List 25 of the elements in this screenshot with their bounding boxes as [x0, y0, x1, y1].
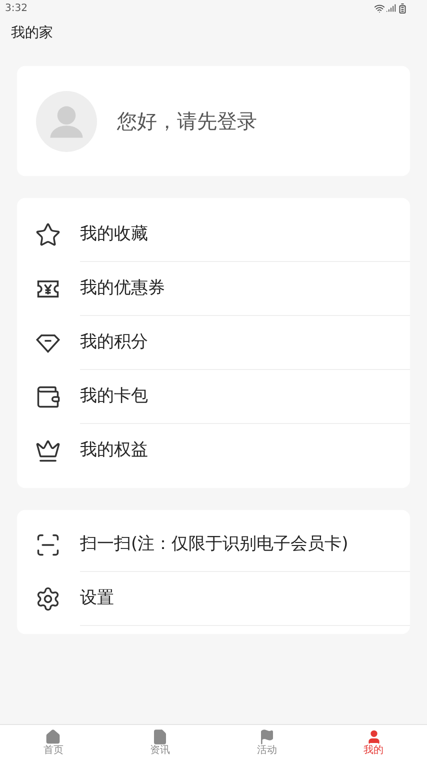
- scan-icon: [35, 532, 61, 558]
- status-time: 3:32: [5, 2, 28, 16]
- menu-item[interactable]: 我的权益: [80, 438, 148, 464]
- page-title: 我的家: [11, 24, 53, 42]
- document-icon: [152, 729, 168, 745]
- settings-icon: [35, 586, 61, 612]
- menu-item[interactable]: 我的收藏: [80, 222, 148, 248]
- menu-item[interactable]: 我的积分: [80, 330, 148, 356]
- home-icon: [45, 729, 62, 745]
- login-prompt: 您好，请先登录: [117, 108, 257, 135]
- person-icon: [366, 729, 382, 745]
- wifi-icon: [374, 2, 385, 14]
- menu-item[interactable]: 设置: [80, 586, 114, 612]
- menu-item[interactable]: 我的卡包: [80, 384, 148, 410]
- profile-card[interactable]: 您好，请先登录: [17, 66, 410, 176]
- flag-icon: [258, 729, 275, 745]
- menu-item[interactable]: 我的优惠券: [80, 276, 165, 302]
- star-icon: [35, 222, 61, 248]
- tab[interactable]: 我的: [320, 725, 427, 760]
- signal-icon: [386, 3, 396, 13]
- wallet-icon: [35, 384, 61, 410]
- tab[interactable]: 活动: [214, 725, 320, 760]
- crown-icon: [35, 438, 61, 464]
- battery-icon: [397, 2, 408, 14]
- menu-item[interactable]: 扫一扫(注：仅限于识别电子会员卡): [80, 532, 348, 558]
